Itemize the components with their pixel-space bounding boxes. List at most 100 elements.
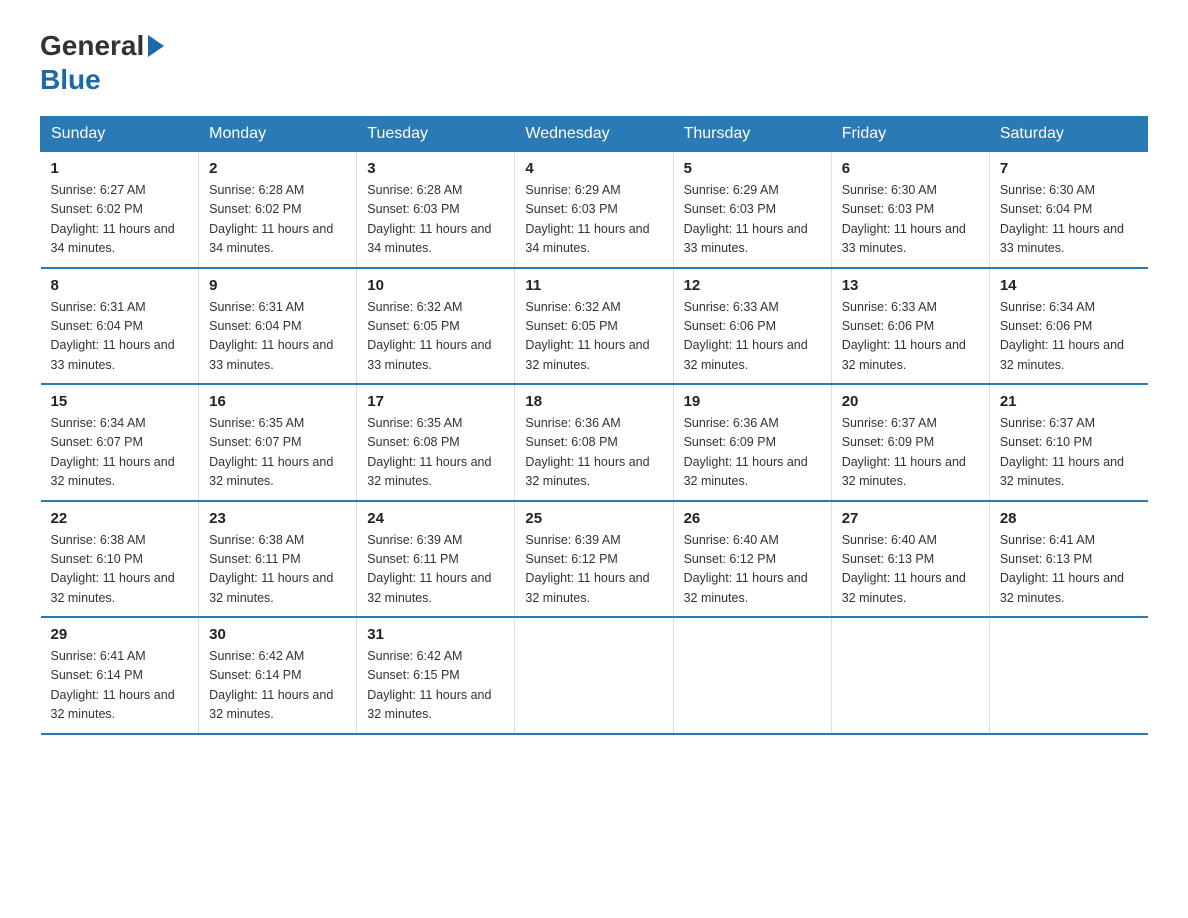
day-info: Sunrise: 6:32 AMSunset: 6:05 PMDaylight:… [525,298,662,376]
logo-triangle-icon [148,35,164,57]
day-info: Sunrise: 6:33 AMSunset: 6:06 PMDaylight:… [842,298,979,376]
day-number: 7 [1000,160,1138,177]
week-row-4: 22Sunrise: 6:38 AMSunset: 6:10 PMDayligh… [41,501,1148,618]
calendar-cell: 12Sunrise: 6:33 AMSunset: 6:06 PMDayligh… [673,268,831,385]
day-number: 10 [367,277,504,294]
calendar-table: SundayMondayTuesdayWednesdayThursdayFrid… [40,116,1148,735]
day-number: 12 [684,277,821,294]
week-row-1: 1 Sunrise: 6:27 AMSunset: 6:02 PMDaylight… [41,152,1148,268]
logo-general: General [40,30,144,62]
day-info: Sunrise: 6:28 AMSunset: 6:03 PMDaylight:… [367,181,504,259]
calendar-cell: 8Sunrise: 6:31 AMSunset: 6:04 PMDaylight… [41,268,199,385]
calendar-cell: 26Sunrise: 6:40 AMSunset: 6:12 PMDayligh… [673,501,831,618]
header-day-sunday: Sunday [41,117,199,152]
calendar-cell: 31 Sunrise: 6:42 AMSunset: 6:15 PMDayligh… [357,617,515,734]
day-info: Sunrise: 6:28 AMSunset: 6:02 PMDaylight:… [209,181,346,259]
day-number: 27 [842,510,979,527]
calendar-cell: 25 Sunrise: 6:39 AMSunset: 6:12 PMDayligh… [515,501,673,618]
day-number: 22 [51,510,189,527]
day-info: Sunrise: 6:34 AMSunset: 6:06 PMDaylight:… [1000,298,1138,376]
day-number: 25 [525,510,662,527]
calendar-cell: 27 Sunrise: 6:40 AMSunset: 6:13 PMDayligh… [831,501,989,618]
day-number: 30 [209,626,346,643]
week-row-2: 8Sunrise: 6:31 AMSunset: 6:04 PMDaylight… [41,268,1148,385]
day-number: 3 [367,160,504,177]
day-info: Sunrise: 6:40 AMSunset: 6:12 PMDaylight:… [684,531,821,609]
calendar-cell: 2Sunrise: 6:28 AMSunset: 6:02 PMDaylight… [199,152,357,268]
day-info: Sunrise: 6:31 AMSunset: 6:04 PMDaylight:… [209,298,346,376]
calendar-cell [989,617,1147,734]
day-number: 17 [367,393,504,410]
week-row-3: 15 Sunrise: 6:34 AMSunset: 6:07 PMDayligh… [41,384,1148,501]
logo-line1: General [40,30,164,62]
day-number: 29 [51,626,189,643]
calendar-cell: 4Sunrise: 6:29 AMSunset: 6:03 PMDaylight… [515,152,673,268]
day-info: Sunrise: 6:35 AMSunset: 6:07 PMDaylight:… [209,414,346,492]
header-day-friday: Friday [831,117,989,152]
day-number: 20 [842,393,979,410]
day-info: Sunrise: 6:38 AMSunset: 6:11 PMDaylight:… [209,531,346,609]
calendar-cell: 29 Sunrise: 6:41 AMSunset: 6:14 PMDayligh… [41,617,199,734]
logo: General Blue [40,30,164,96]
day-info: Sunrise: 6:37 AMSunset: 6:09 PMDaylight:… [842,414,979,492]
day-info: Sunrise: 6:31 AMSunset: 6:04 PMDaylight:… [51,298,189,376]
header-day-tuesday: Tuesday [357,117,515,152]
day-number: 5 [684,160,821,177]
day-info: Sunrise: 6:30 AMSunset: 6:03 PMDaylight:… [842,181,979,259]
calendar-cell: 19Sunrise: 6:36 AMSunset: 6:09 PMDayligh… [673,384,831,501]
day-info: Sunrise: 6:30 AMSunset: 6:04 PMDaylight:… [1000,181,1138,259]
day-number: 9 [209,277,346,294]
calendar-cell [673,617,831,734]
day-number: 11 [525,277,662,294]
day-info: Sunrise: 6:41 AMSunset: 6:13 PMDaylight:… [1000,531,1138,609]
logo-blue: Blue [40,64,101,96]
day-info: Sunrise: 6:37 AMSunset: 6:10 PMDaylight:… [1000,414,1138,492]
calendar-cell: 11 Sunrise: 6:32 AMSunset: 6:05 PMDayligh… [515,268,673,385]
day-info: Sunrise: 6:35 AMSunset: 6:08 PMDaylight:… [367,414,504,492]
calendar-cell: 20 Sunrise: 6:37 AMSunset: 6:09 PMDayligh… [831,384,989,501]
day-number: 23 [209,510,346,527]
day-number: 4 [525,160,662,177]
calendar-cell: 21 Sunrise: 6:37 AMSunset: 6:10 PMDayligh… [989,384,1147,501]
day-info: Sunrise: 6:36 AMSunset: 6:08 PMDaylight:… [525,414,662,492]
calendar-cell: 14 Sunrise: 6:34 AMSunset: 6:06 PMDayligh… [989,268,1147,385]
day-number: 21 [1000,393,1138,410]
day-number: 18 [525,393,662,410]
calendar-cell: 22Sunrise: 6:38 AMSunset: 6:10 PMDayligh… [41,501,199,618]
calendar-cell: 7 Sunrise: 6:30 AMSunset: 6:04 PMDaylight… [989,152,1147,268]
day-number: 6 [842,160,979,177]
day-number: 14 [1000,277,1138,294]
day-number: 13 [842,277,979,294]
calendar-body: 1 Sunrise: 6:27 AMSunset: 6:02 PMDaylight… [41,152,1148,734]
day-info: Sunrise: 6:29 AMSunset: 6:03 PMDaylight:… [684,181,821,259]
day-number: 16 [209,393,346,410]
day-number: 31 [367,626,504,643]
day-info: Sunrise: 6:40 AMSunset: 6:13 PMDaylight:… [842,531,979,609]
day-number: 24 [367,510,504,527]
header-day-saturday: Saturday [989,117,1147,152]
header-day-wednesday: Wednesday [515,117,673,152]
day-number: 1 [51,160,189,177]
calendar-cell: 9 Sunrise: 6:31 AMSunset: 6:04 PMDaylight… [199,268,357,385]
day-info: Sunrise: 6:42 AMSunset: 6:14 PMDaylight:… [209,647,346,725]
day-info: Sunrise: 6:27 AMSunset: 6:02 PMDaylight:… [51,181,189,259]
calendar-header: SundayMondayTuesdayWednesdayThursdayFrid… [41,117,1148,152]
page-header: General Blue [40,30,1148,96]
calendar-cell: 6 Sunrise: 6:30 AMSunset: 6:03 PMDaylight… [831,152,989,268]
day-info: Sunrise: 6:39 AMSunset: 6:12 PMDaylight:… [525,531,662,609]
day-info: Sunrise: 6:39 AMSunset: 6:11 PMDaylight:… [367,531,504,609]
calendar-cell: 28Sunrise: 6:41 AMSunset: 6:13 PMDayligh… [989,501,1147,618]
calendar-cell [831,617,989,734]
calendar-cell: 16 Sunrise: 6:35 AMSunset: 6:07 PMDayligh… [199,384,357,501]
calendar-cell: 30 Sunrise: 6:42 AMSunset: 6:14 PMDayligh… [199,617,357,734]
day-info: Sunrise: 6:41 AMSunset: 6:14 PMDaylight:… [51,647,189,725]
day-info: Sunrise: 6:34 AMSunset: 6:07 PMDaylight:… [51,414,189,492]
header-row: SundayMondayTuesdayWednesdayThursdayFrid… [41,117,1148,152]
day-number: 15 [51,393,189,410]
calendar-cell: 13 Sunrise: 6:33 AMSunset: 6:06 PMDayligh… [831,268,989,385]
day-info: Sunrise: 6:42 AMSunset: 6:15 PMDaylight:… [367,647,504,725]
header-day-thursday: Thursday [673,117,831,152]
calendar-cell: 1 Sunrise: 6:27 AMSunset: 6:02 PMDaylight… [41,152,199,268]
calendar-cell: 17 Sunrise: 6:35 AMSunset: 6:08 PMDayligh… [357,384,515,501]
calendar-cell: 23 Sunrise: 6:38 AMSunset: 6:11 PMDayligh… [199,501,357,618]
